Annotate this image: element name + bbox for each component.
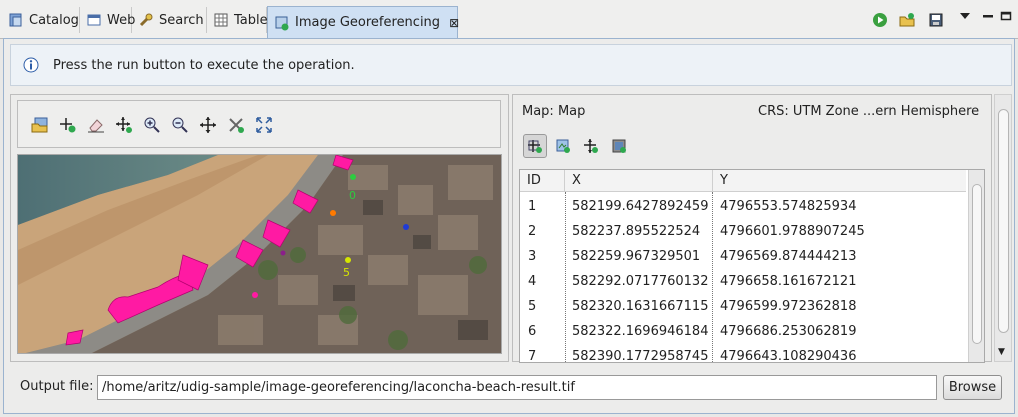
map-point-label: 5 — [343, 266, 350, 279]
open-image-icon — [31, 117, 48, 133]
zoom-in-icon — [144, 117, 160, 133]
delete-points-icon — [229, 118, 244, 133]
save-icon — [929, 13, 943, 27]
tab-image-georeferencing[interactable]: Image Georeferencing ⊠ — [267, 6, 459, 38]
table-row[interactable]: 7 582390.1772958745 4796643.108290436 — [520, 344, 966, 362]
tab-web[interactable]: Web — [80, 7, 135, 33]
link-map-button[interactable] — [553, 136, 573, 156]
close-tab-icon[interactable]: ⊠ — [449, 16, 459, 30]
tab-search[interactable]: Search — [132, 7, 207, 33]
catalog-icon — [8, 12, 24, 28]
view-menu-icon — [960, 13, 970, 19]
image-canvas[interactable]: 0 5 — [17, 154, 502, 354]
add-point-button[interactable] — [58, 115, 78, 135]
minimize-button[interactable] — [978, 6, 998, 26]
table-scrollbar-thumb[interactable] — [972, 184, 982, 344]
open-icon — [899, 13, 915, 27]
add-point-icon — [60, 118, 76, 133]
table-icon — [213, 12, 229, 28]
message-text: Press the run button to execute the oper… — [53, 57, 355, 73]
message-bar: Press the run button to execute the oper… — [10, 44, 1012, 86]
map-view-icon — [612, 139, 626, 153]
map-view-button[interactable] — [609, 136, 629, 156]
delete-points-button[interactable] — [226, 115, 246, 135]
info-icon — [23, 57, 39, 73]
zoom-in-button[interactable] — [142, 115, 162, 135]
image-toolbar — [17, 100, 501, 148]
zoom-extent-button[interactable] — [254, 115, 274, 135]
map-label: Map: Map — [522, 104, 586, 119]
table-row[interactable]: 4 582292.0717760132 4796658.161672121 — [520, 269, 966, 294]
column-header-y[interactable]: Y — [712, 170, 966, 192]
zoom-out-button[interactable] — [170, 115, 190, 135]
browse-button[interactable]: Browse — [943, 375, 1002, 400]
maximize-button[interactable] — [996, 6, 1016, 26]
output-file-field[interactable] — [97, 375, 937, 400]
add-coord-button[interactable] — [523, 134, 547, 158]
move-coord-icon — [584, 139, 598, 153]
table-scrollbar[interactable] — [968, 170, 984, 362]
panel-scrollbar-thumb[interactable] — [998, 109, 1009, 333]
map-point-label: 0 — [349, 189, 356, 202]
run-button[interactable] — [870, 10, 890, 30]
table-row[interactable]: 1 582199.6427892459 4796553.574825934 — [520, 194, 966, 219]
erase-point-icon — [88, 119, 104, 133]
open-image-button[interactable] — [30, 115, 50, 135]
coordinates-table[interactable]: ID X Y 1 582199.6427892459 4796553.5748259… — [519, 169, 985, 363]
zoom-extent-icon — [256, 117, 272, 133]
run-icon — [873, 13, 887, 27]
column-header-x[interactable]: X — [564, 170, 712, 192]
tab-bar: Catalog Web Search Table Image Georefere… — [0, 0, 1018, 39]
search-icon — [138, 12, 154, 28]
erase-point-button[interactable] — [86, 115, 106, 135]
save-button[interactable] — [926, 10, 946, 30]
aerial-image: 0 5 — [18, 155, 501, 353]
move-point-button[interactable] — [114, 115, 134, 135]
georeferencing-icon — [274, 15, 290, 31]
pan-button[interactable] — [198, 115, 218, 135]
output-file-label: Output file: — [20, 379, 94, 394]
table-row[interactable]: 2 582237.895522524 4796601.9788907245 — [520, 219, 966, 244]
column-header-id[interactable]: ID — [520, 170, 564, 192]
open-button[interactable] — [897, 10, 917, 30]
zoom-out-icon — [172, 117, 188, 133]
move-point-icon — [116, 117, 132, 133]
tab-table[interactable]: Table — [207, 7, 268, 33]
table-row[interactable]: 3 582259.967329501 4796569.874444213 — [520, 244, 966, 269]
link-map-icon — [556, 139, 570, 153]
table-row[interactable]: 6 582322.1696946184 4796686.253062819 — [520, 319, 966, 344]
maximize-icon — [1000, 11, 1012, 21]
add-coord-icon — [528, 140, 542, 153]
web-icon — [86, 12, 102, 28]
pan-icon — [200, 117, 216, 133]
scroll-down-icon[interactable]: ▼ — [998, 347, 1005, 357]
crs-label: CRS: UTM Zone ...ern Hemisphere — [758, 104, 980, 119]
view-menu-button[interactable] — [955, 6, 975, 26]
panel-scrollbar[interactable]: ▼ — [994, 94, 1012, 362]
table-row[interactable]: 5 582320.1631667115 4796599.972362818 — [520, 294, 966, 319]
move-coord-button[interactable] — [581, 136, 601, 156]
tab-catalog[interactable]: Catalog — [2, 7, 80, 33]
minimize-icon — [983, 15, 993, 18]
